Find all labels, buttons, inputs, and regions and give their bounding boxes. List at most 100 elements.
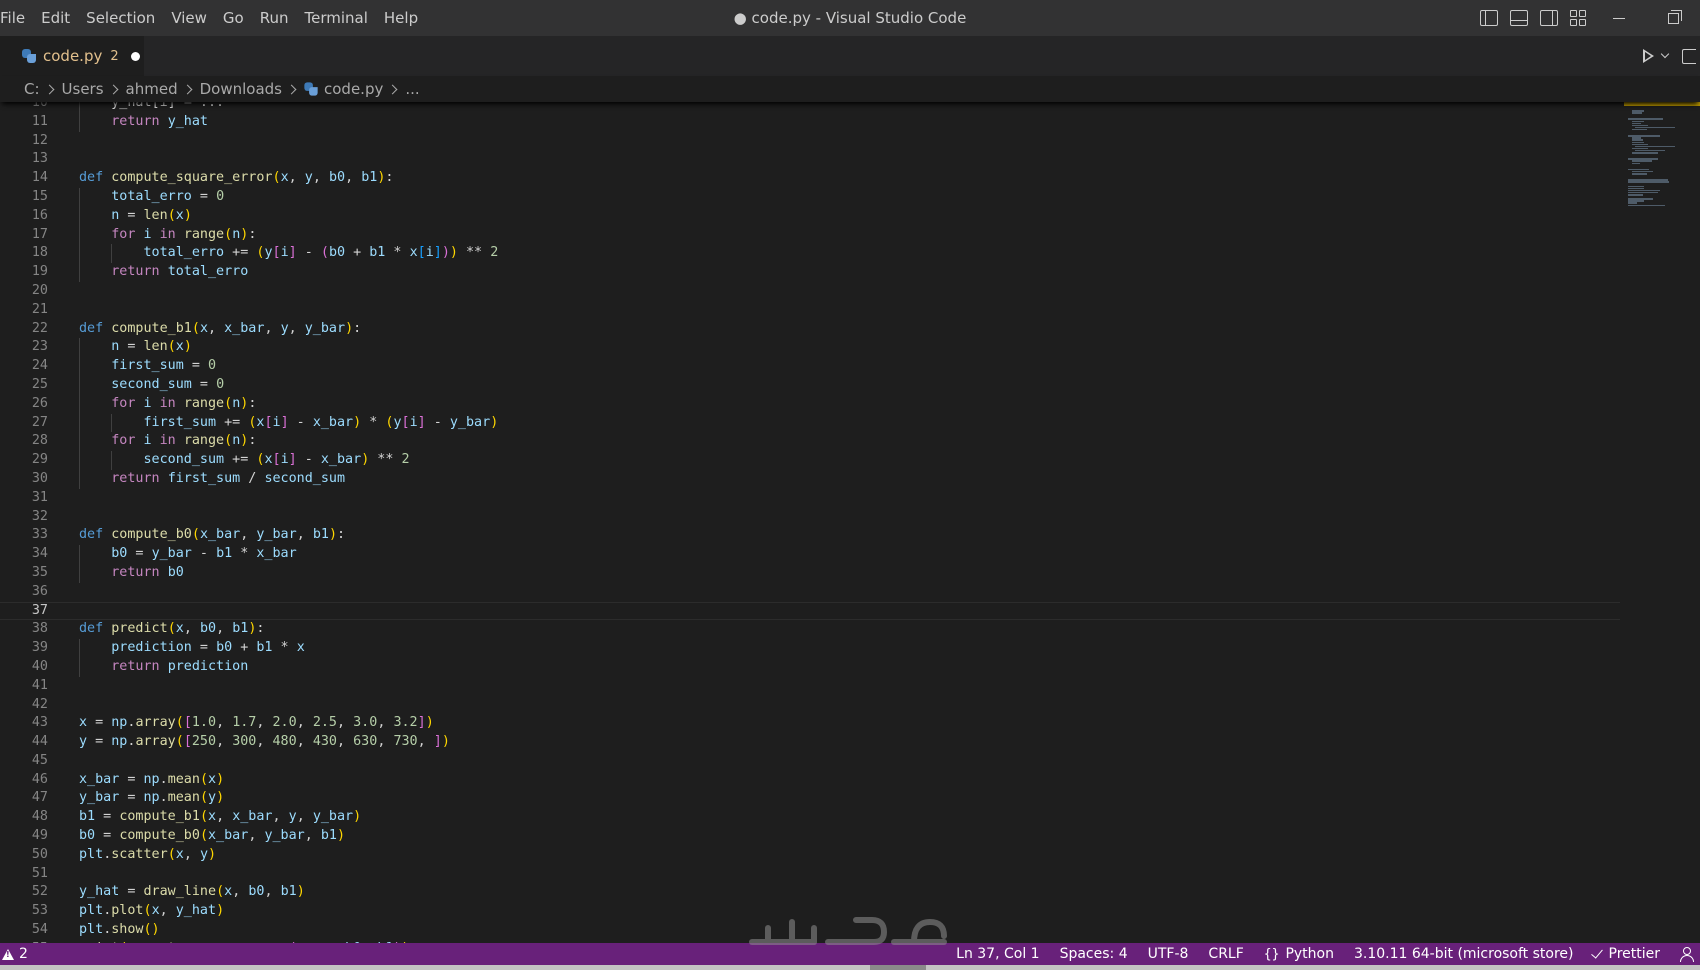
code-line[interactable]: 25 second_sum = 0 (0, 375, 1620, 395)
code-line[interactable]: 12 (0, 132, 1620, 151)
toggle-primary-sidebar-icon[interactable] (1480, 10, 1498, 26)
minimap-slider[interactable] (1624, 102, 1700, 106)
code-editor[interactable]: 10 y_hat[i] = ... 11 return y_hat 12 13 14 de… (0, 102, 1700, 943)
breadcrumb-downloads[interactable]: Downloads (200, 80, 282, 98)
code-line[interactable]: 35 return b0 (0, 563, 1620, 583)
code-text[interactable]: return y_hat (79, 113, 208, 132)
code-line[interactable]: 27 first_sum += (x[i] - x_bar) * (y[i] -… (0, 413, 1620, 433)
split-editor-icon[interactable] (1682, 48, 1696, 64)
code-line[interactable]: 48 b1 = compute_b1(x, x_bar, y, y_bar) (0, 808, 1620, 827)
code-line[interactable]: 40 return prediction (0, 657, 1620, 677)
code-line[interactable]: 16 n = len(x) (0, 206, 1620, 226)
code-text[interactable]: x = np.array([1.0, 1.7, 2.0, 2.5, 3.0, 3… (79, 714, 434, 733)
menu-go[interactable]: Go (215, 0, 252, 36)
run-icon[interactable] (1643, 49, 1654, 63)
code-line[interactable]: 49 b0 = compute_b0(x_bar, y_bar, b1) (0, 827, 1620, 846)
code-line[interactable]: 33 def compute_b0(x_bar, y_bar, b1): (0, 526, 1620, 545)
code-text[interactable]: n = len(x) (79, 338, 192, 357)
chevron-down-icon[interactable] (1660, 49, 1670, 59)
code-text[interactable]: return b0 (79, 564, 184, 583)
code-line[interactable]: 11 return y_hat (0, 112, 1620, 132)
language-mode[interactable]: {} Python (1254, 946, 1344, 962)
code-lines[interactable]: 10 y_hat[i] = ... 11 return y_hat 12 13 14 de… (0, 102, 1620, 943)
code-line[interactable]: 43 x = np.array([1.0, 1.7, 2.0, 2.5, 3.0,… (0, 714, 1620, 733)
code-text[interactable]: y_bar = np.mean(y) (79, 789, 224, 808)
code-line[interactable]: 23 n = len(x) (0, 338, 1620, 358)
code-line[interactable]: 34 b0 = y_bar - b1 * x_bar (0, 545, 1620, 564)
code-text[interactable]: first_sum += (x[i] - x_bar) * (y[i] - y_… (79, 414, 499, 433)
menu-edit[interactable]: Edit (33, 0, 78, 36)
minimize-button[interactable] (1592, 0, 1646, 36)
accounts[interactable] (1670, 947, 1700, 962)
code-line[interactable]: 15 total_erro = 0 (0, 187, 1620, 207)
code-text[interactable]: prediction = b0 + b1 * x (79, 639, 305, 658)
code-text[interactable]: return prediction (79, 658, 248, 677)
code-text[interactable]: plt.scatter(x, y) (79, 846, 216, 865)
code-text[interactable]: plt.plot(x, y_hat) (79, 902, 224, 921)
code-line[interactable]: 32 (0, 508, 1620, 527)
code-text[interactable]: second_sum = 0 (79, 376, 224, 395)
minimap[interactable] (1624, 102, 1700, 943)
indentation[interactable]: Spaces: 4 (1050, 946, 1138, 962)
code-line[interactable]: 31 (0, 489, 1620, 508)
breadcrumb-symbols[interactable]: ... (405, 80, 419, 98)
code-text[interactable]: first_sum = 0 (79, 357, 216, 376)
code-line[interactable]: 42 (0, 696, 1620, 715)
formatter-prettier[interactable]: Prettier (1584, 945, 1671, 962)
code-line[interactable]: 22 def compute_b1(x, x_bar, y, y_bar): (0, 320, 1620, 339)
problems-indicator[interactable]: 2 (0, 946, 28, 962)
code-line[interactable]: 18 total_erro += (y[i] - (b0 + b1 * x[i]… (0, 244, 1620, 264)
code-text[interactable]: total_erro += (y[i] - (b0 + b1 * x[i])) … (79, 244, 499, 263)
menu-selection[interactable]: Selection (78, 0, 163, 36)
customize-layout-icon[interactable] (1570, 10, 1588, 26)
code-line[interactable]: 26 for i in range(n): (0, 394, 1620, 414)
code-text[interactable]: plt.show() (79, 921, 160, 940)
code-line[interactable]: 45 (0, 752, 1620, 771)
code-text[interactable]: y_hat = draw_line(x, b0, b1) (79, 883, 305, 902)
code-text[interactable]: b0 = y_bar - b1 * x_bar (79, 545, 296, 564)
toggle-panel-icon[interactable] (1510, 10, 1528, 26)
breadcrumb-file[interactable]: code.py (324, 80, 383, 98)
code-line[interactable]: 10 y_hat[i] = ... (0, 102, 1620, 113)
code-line[interactable]: 44 y = np.array([250, 300, 480, 430, 630,… (0, 733, 1620, 752)
code-text[interactable]: y_hat[i] = ... (79, 102, 224, 113)
tab-code-py[interactable]: code.py 2 (0, 36, 144, 76)
code-line[interactable]: 17 for i in range(n): (0, 225, 1620, 245)
code-text[interactable]: def compute_b1(x, x_bar, y, y_bar): (79, 320, 361, 339)
python-interpreter[interactable]: 3.10.11 64-bit (microsoft store) (1344, 946, 1584, 962)
code-line[interactable]: 38 def predict(x, b0, b1): (0, 620, 1620, 639)
code-text[interactable]: def compute_b0(x_bar, y_bar, b1): (79, 526, 345, 545)
code-text[interactable]: def compute_square_error(x, y, b0, b1): (79, 169, 393, 188)
code-line[interactable]: 28 for i in range(n): (0, 432, 1620, 452)
code-line[interactable]: 20 (0, 282, 1620, 301)
menu-run[interactable]: Run (252, 0, 297, 36)
unsaved-dot-icon[interactable] (130, 51, 140, 61)
code-line[interactable]: 14 def compute_square_error(x, y, b0, b1)… (0, 169, 1620, 188)
breadcrumb-drive[interactable]: C: (24, 80, 40, 98)
code-line[interactable]: 19 return total_erro (0, 263, 1620, 282)
code-text[interactable]: x_bar = np.mean(x) (79, 771, 224, 790)
code-text[interactable]: b0 = compute_b0(x_bar, y_bar, b1) (79, 827, 345, 846)
toggle-secondary-sidebar-icon[interactable] (1540, 10, 1558, 26)
code-text[interactable]: n = len(x) (79, 207, 192, 226)
code-line[interactable]: 21 (0, 301, 1620, 320)
code-line[interactable]: 29 second_sum += (x[i] - x_bar) ** 2 (0, 451, 1620, 470)
code-text[interactable]: second_sum += (x[i] - x_bar) ** 2 (79, 451, 410, 470)
cursor-position[interactable]: Ln 37, Col 1 (946, 946, 1049, 962)
encoding[interactable]: UTF-8 (1138, 946, 1199, 962)
code-line[interactable]: 24 first_sum = 0 (0, 357, 1620, 376)
code-line[interactable]: 37 (0, 602, 1620, 621)
code-text[interactable]: y = np.array([250, 300, 480, 430, 630, 7… (79, 733, 450, 752)
code-text[interactable]: return total_erro (79, 263, 248, 282)
end-of-line[interactable]: CRLF (1198, 946, 1253, 962)
code-line[interactable]: 39 prediction = b0 + b1 * x (0, 639, 1620, 658)
code-line[interactable]: 46 x_bar = np.mean(x) (0, 771, 1620, 790)
code-line[interactable]: 47 y_bar = np.mean(y) (0, 789, 1620, 808)
menu-terminal[interactable]: Terminal (297, 0, 376, 36)
code-text[interactable]: def predict(x, b0, b1): (79, 620, 264, 639)
breadcrumb-ahmed[interactable]: ahmed (126, 80, 178, 98)
code-text[interactable]: for i in range(n): (79, 226, 256, 245)
menu-help[interactable]: Help (376, 0, 426, 36)
code-line[interactable]: 13 (0, 150, 1620, 169)
code-line[interactable]: 30 return first_sum / second_sum (0, 469, 1620, 489)
